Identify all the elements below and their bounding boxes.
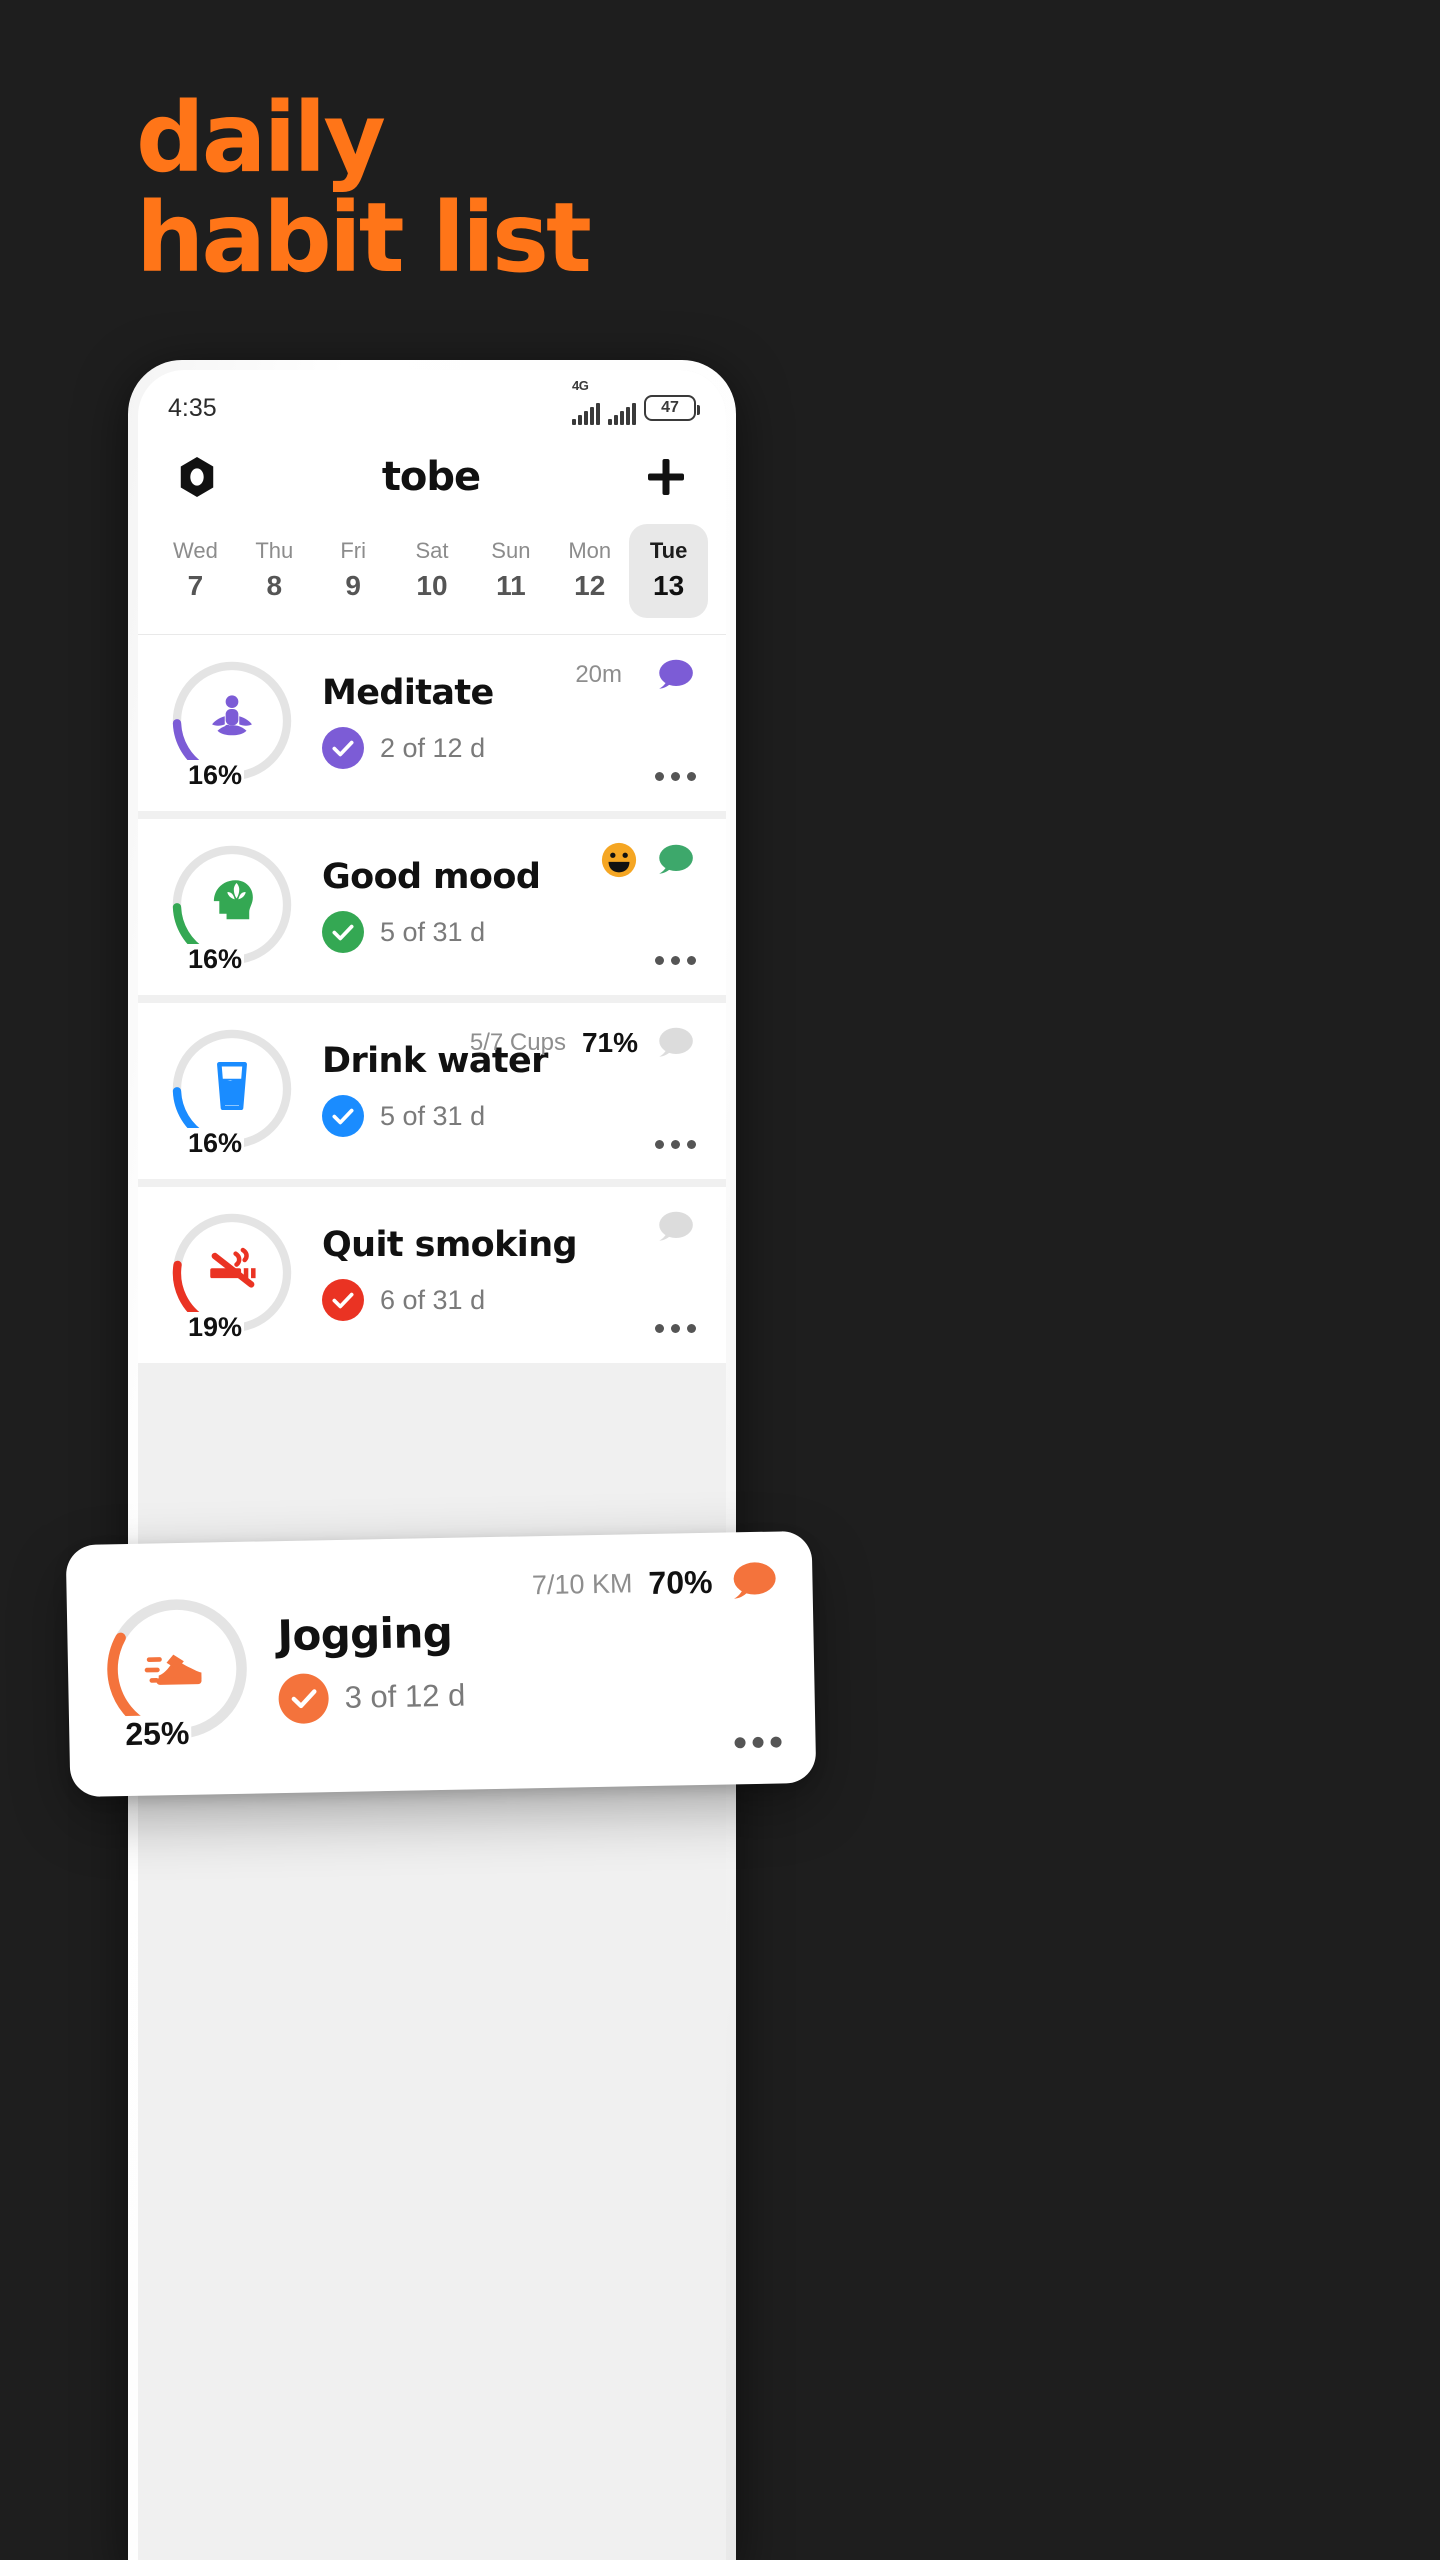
date-chip-dow: Sat <box>415 538 449 563</box>
note-bubble-icon[interactable] <box>728 1560 779 1603</box>
habit-completed-check[interactable] <box>322 911 364 953</box>
progress-ring: 16% <box>168 841 296 975</box>
habit-card[interactable]: 16% Drink water 5 of 31 d 5/7 Cups 71% <box>138 1003 726 1179</box>
date-chip-num: 13 <box>653 570 685 601</box>
more-options-icon[interactable] <box>655 772 696 781</box>
more-options-icon[interactable] <box>655 956 696 965</box>
note-bubble-icon[interactable] <box>654 1025 696 1061</box>
app-header: tobe <box>138 434 726 520</box>
water-glass-icon <box>203 1057 261 1115</box>
progress-percent: 16% <box>186 760 245 791</box>
date-chip-num: 7 <box>187 570 204 601</box>
running-shoe-icon <box>139 1628 214 1703</box>
promo-headline-line1: daily <box>136 82 386 194</box>
habit-metric-percent: 71% <box>581 1027 638 1058</box>
habit-card[interactable]: 16% Meditate 2 of 12 d 20m <box>138 635 726 811</box>
date-chip-mon[interactable]: Mon 12 <box>550 524 629 618</box>
habit-streak: 5 of 31 d <box>380 916 486 947</box>
promo-headline: daily habit list <box>136 88 592 294</box>
status-bar: 4:35 4G 47 <box>138 370 726 434</box>
network-type-label: 4G <box>572 378 589 393</box>
date-chip-dow: Sun <box>491 538 531 563</box>
promo-headline-line2: habit list <box>136 182 592 294</box>
progress-ring: 19% <box>168 1209 296 1343</box>
progress-ring: 16% <box>168 657 296 791</box>
battery-level-label: 47 <box>661 399 679 416</box>
progress-percent: 16% <box>186 1128 245 1159</box>
more-options-icon[interactable] <box>734 1736 782 1749</box>
app-title: tobe <box>381 454 481 500</box>
plus-icon[interactable] <box>644 455 688 499</box>
date-chip-tue[interactable]: Tue 13 <box>629 524 709 618</box>
date-chip-sat[interactable]: Sat 10 <box>393 524 472 618</box>
date-chip-num: 10 <box>416 570 448 601</box>
battery-icon: 47 <box>644 395 700 421</box>
habit-metric-sub: 5/7 Cups <box>469 1029 566 1056</box>
habit-metric-sub: 7/10 KM <box>531 1567 633 1600</box>
meditation-icon <box>203 689 261 747</box>
date-chip-wed[interactable]: Wed 7 <box>156 524 235 618</box>
featured-habit-card[interactable]: 25% Jogging 3 of 12 d 7/10 KM 70% <box>65 1530 817 1798</box>
hexagon-nut-icon[interactable] <box>176 456 218 498</box>
note-bubble-icon[interactable] <box>654 657 696 693</box>
status-bar-time: 4:35 <box>168 393 217 422</box>
date-chip-sun[interactable]: Sun 11 <box>471 524 550 618</box>
no-smoking-icon <box>203 1241 261 1299</box>
progress-ring: 16% <box>168 1025 296 1159</box>
habit-card[interactable]: 16% Good mood 5 of 31 d <box>138 819 726 995</box>
date-chip-dow: Fri <box>340 538 366 563</box>
head-leaf-icon <box>203 873 261 931</box>
habit-list: 16% Meditate 2 of 12 d 20m 16% Good mood 5 of … <box>138 635 726 1363</box>
promo-screenshot: daily habit list 4:35 4G 47 tobe Wed 7 T… <box>0 0 1440 2560</box>
date-chip-num: 8 <box>266 570 283 601</box>
progress-percent: 16% <box>186 944 245 975</box>
note-bubble-icon[interactable] <box>654 1209 696 1245</box>
grinning-face-icon[interactable] <box>600 841 638 879</box>
date-chip-dow: Thu <box>255 538 294 563</box>
progress-percent: 19% <box>186 1312 245 1343</box>
phone-mockup: 4:35 4G 47 tobe Wed 7 Thu 8 Fri 9 Sat 10… <box>128 360 736 2560</box>
date-chip-thu[interactable]: Thu 8 <box>235 524 314 618</box>
signal-bars-secondary-icon <box>608 391 636 425</box>
habit-completed-check[interactable] <box>322 1095 364 1137</box>
habit-card[interactable]: 19% Quit smoking 6 of 31 d <box>138 1187 726 1363</box>
date-chip-num: 9 <box>345 570 361 601</box>
progress-ring: 25% <box>101 1593 254 1754</box>
date-chip-fri[interactable]: Fri 9 <box>314 524 393 618</box>
habit-completed-check[interactable] <box>322 727 364 769</box>
habit-metric-percent: 70% <box>648 1563 713 1601</box>
habit-completed-check[interactable] <box>322 1279 364 1321</box>
date-chip-dow: Tue <box>649 538 688 563</box>
phone-screen: 4:35 4G 47 tobe Wed 7 Thu 8 Fri 9 Sat 10… <box>138 370 726 2560</box>
more-options-icon[interactable] <box>655 1140 696 1149</box>
date-strip[interactable]: Wed 7 Thu 8 Fri 9 Sat 10 Sun 11 Mon 12 Tue 13 <box>138 520 726 635</box>
date-chip-num: 11 <box>496 570 526 601</box>
more-options-icon[interactable] <box>655 1324 696 1333</box>
date-chip-dow: Wed <box>173 538 218 563</box>
progress-percent: 25% <box>122 1714 192 1754</box>
habit-metric-sub: 20m <box>575 661 622 688</box>
date-chip-dow: Mon <box>568 538 612 563</box>
signal-bars-icon: 4G <box>572 378 600 425</box>
note-bubble-icon[interactable] <box>654 842 696 878</box>
habit-streak: 3 of 12 d <box>344 1677 466 1715</box>
date-chip-num: 12 <box>574 570 606 601</box>
habit-streak: 2 of 12 d <box>380 732 486 763</box>
habit-completed-check[interactable] <box>278 1672 330 1724</box>
habit-streak: 6 of 31 d <box>380 1284 486 1315</box>
